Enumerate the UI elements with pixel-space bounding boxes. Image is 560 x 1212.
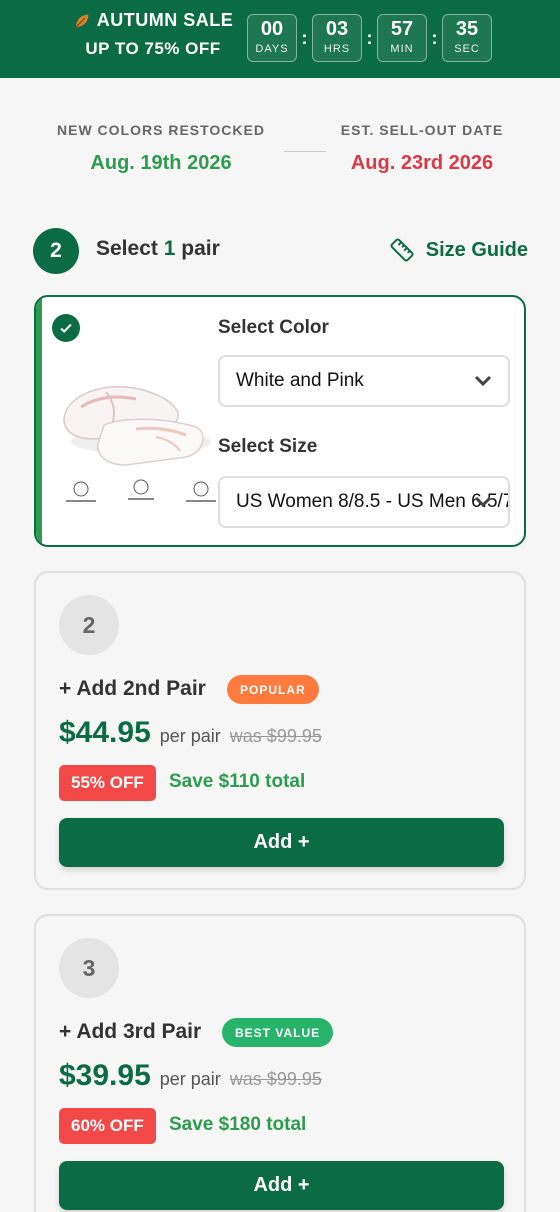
countdown-value: 35 <box>455 18 479 40</box>
countdown-unit: DAYS <box>255 43 289 55</box>
sellout-column: EST. SELL-OUT DATE Aug. 23rd 2026 <box>302 122 542 175</box>
savings-text: Save $110 total <box>169 771 306 792</box>
sale-subtitle: UP TO 75% OFF <box>85 39 221 58</box>
color-label: Select Color <box>218 317 329 338</box>
chevron-down-icon <box>474 375 492 387</box>
best-value-badge: BEST VALUE <box>222 1018 334 1047</box>
selected-pair-card: Select Color White and Pink Select Size … <box>34 295 526 547</box>
pair-number: 3 <box>59 938 119 998</box>
sale-title: AUTUMN SALE <box>68 10 238 31</box>
color-select-value: White and Pink <box>236 370 364 391</box>
countdown-unit: MIN <box>390 43 414 55</box>
selected-indicator-bar <box>36 297 42 545</box>
pair-number: 2 <box>59 595 119 655</box>
step-header: 2 Select 1 pair Size Guide <box>33 228 528 274</box>
sellout-label: EST. SELL-OUT DATE <box>340 122 504 138</box>
restock-date: Aug. 19th 2026 <box>90 152 232 174</box>
add-pair-card: 2 + Add 2nd Pair POPULAR $44.95 per pair… <box>34 571 526 890</box>
sale-title-text: AUTUMN SALE <box>96 10 234 30</box>
product-image <box>63 386 216 502</box>
sale-banner: AUTUMN SALE UP TO 75% OFF 00 DAYS : 03 H… <box>0 0 560 78</box>
countdown-separator: : <box>366 27 373 48</box>
step-text-after: pair <box>181 237 220 260</box>
chevron-down-icon <box>474 496 492 508</box>
leaf-icon <box>74 14 89 28</box>
popular-badge: POPULAR <box>227 675 319 704</box>
ruler-icon <box>390 238 414 262</box>
size-guide-label: Size Guide <box>425 238 528 261</box>
discount-badge: 60% OFF <box>59 1108 156 1144</box>
add-pair-card: 3 + Add 3rd Pair BEST VALUE $39.95 per p… <box>34 914 526 1212</box>
price-row: $44.95 per pair was $99.95 <box>59 716 322 750</box>
countdown-value: 00 <box>260 18 284 40</box>
size-select-value: US Women 8/8.5 - US Men 6.5/7 <box>236 491 510 512</box>
original-price: was $99.95 <box>229 726 322 746</box>
offer-title: + Add 3rd Pair <box>59 1020 202 1043</box>
size-guide-link[interactable]: Size Guide <box>388 236 528 264</box>
countdown-value: 57 <box>390 18 414 40</box>
restock-column: NEW COLORS RESTOCKED Aug. 19th 2026 <box>41 122 281 175</box>
step-text-before: Select <box>96 237 158 260</box>
offer-price: $44.95 <box>59 716 151 749</box>
sellout-date: Aug. 23rd 2026 <box>350 152 494 174</box>
price-row: $39.95 per pair was $99.95 <box>59 1059 322 1093</box>
countdown-seconds: 35 SEC <box>442 14 492 62</box>
countdown-separator: : <box>301 27 308 48</box>
restock-label: NEW COLORS RESTOCKED <box>57 122 265 138</box>
countdown-separator: : <box>431 27 438 48</box>
per-pair-label: per pair <box>159 726 221 746</box>
size-label: Select Size <box>218 436 318 457</box>
size-select[interactable]: US Women 8/8.5 - US Men 6.5/7 <box>218 476 510 528</box>
countdown-unit: SEC <box>454 43 480 55</box>
sale-text: AUTUMN SALE UP TO 75% OFF <box>68 10 238 59</box>
countdown-unit: HRS <box>323 43 351 55</box>
countdown-minutes: 57 MIN <box>377 14 427 62</box>
countdown-value: 03 <box>325 18 349 40</box>
discount-badge: 55% OFF <box>59 765 156 801</box>
step-number: 2 <box>33 228 79 274</box>
savings-text: Save $180 total <box>169 1114 307 1135</box>
add-pair-button[interactable]: Add + <box>59 818 504 867</box>
step-quantity: 1 <box>163 237 176 260</box>
original-price: was $99.95 <box>229 1069 322 1089</box>
step-title: Select 1 pair <box>96 237 220 261</box>
offer-price: $39.95 <box>59 1059 151 1092</box>
offer-title: + Add 2nd Pair <box>59 677 206 700</box>
restock-info: NEW COLORS RESTOCKED Aug. 19th 2026 EST.… <box>0 122 560 192</box>
countdown-days: 00 DAYS <box>247 14 297 62</box>
per-pair-label: per pair <box>159 1069 221 1089</box>
checkmark-icon <box>52 314 80 342</box>
countdown-hours: 03 HRS <box>312 14 362 62</box>
color-select[interactable]: White and Pink <box>218 355 510 407</box>
add-pair-button[interactable]: Add + <box>59 1161 504 1210</box>
countdown-timer: 00 DAYS : 03 HRS : 57 MIN : 35 SEC <box>247 14 492 62</box>
